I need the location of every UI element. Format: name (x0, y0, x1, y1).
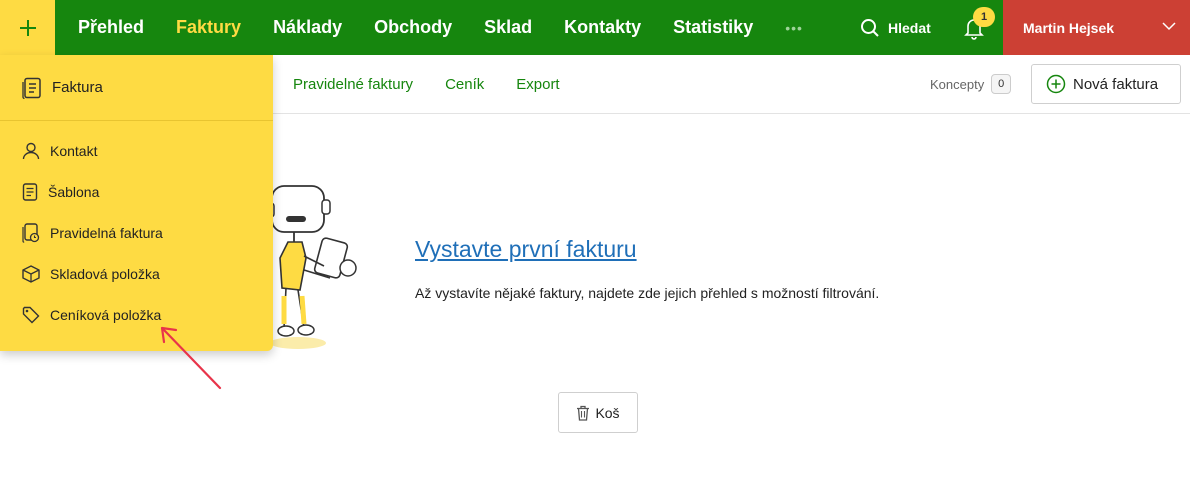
create-new-button[interactable] (0, 0, 55, 55)
dropdown-item-skladova-polozka[interactable]: Skladová položka (22, 262, 160, 286)
box-icon (22, 265, 40, 283)
plus-icon (19, 19, 36, 36)
dropdown-item-kontakt[interactable]: Kontakt (22, 139, 97, 163)
user-icon (22, 142, 40, 160)
annotation-arrow (160, 326, 222, 390)
trash-button[interactable]: Koš (558, 392, 638, 433)
nav-item-naklady[interactable]: Náklady (273, 17, 342, 38)
nav-item-statistiky[interactable]: Statistiky (673, 17, 753, 38)
new-invoice-label: Nová faktura (1073, 75, 1159, 93)
concepts-link[interactable]: Koncepty 0 (930, 74, 1012, 94)
user-name: Martin Hejsek (1023, 19, 1115, 36)
create-dropdown-menu: Faktura Kontakt Šablona Pravidelná faktu… (0, 55, 273, 351)
robot-illustration (265, 185, 357, 349)
invoice-icon (22, 77, 41, 99)
dropdown-item-label: Šablona (48, 184, 100, 200)
user-menu[interactable]: Martin Hejsek (1003, 0, 1190, 55)
tab-pravidelne-faktury[interactable]: Pravidelné faktury (293, 76, 413, 93)
dropdown-item-cenikova-polozka[interactable]: Ceníková položka (22, 303, 161, 327)
recurring-invoice-icon (22, 223, 40, 243)
dropdown-header-label: Faktura (52, 79, 103, 96)
concepts-count-badge: 0 (991, 74, 1012, 94)
search-button[interactable]: Hledat (860, 0, 931, 55)
main-nav: Přehled Faktury Náklady Obchody Sklad Ko… (78, 0, 803, 55)
nav-item-prehled[interactable]: Přehled (78, 17, 144, 38)
nav-item-obchody[interactable]: Obchody (374, 17, 452, 38)
search-icon (861, 18, 879, 37)
dropdown-item-faktura[interactable]: Faktura (0, 55, 273, 121)
tab-cenik[interactable]: Ceník (445, 76, 484, 93)
top-navigation-bar: Přehled Faktury Náklady Obchody Sklad Ko… (0, 0, 1190, 55)
template-icon (22, 183, 38, 201)
nav-item-sklad[interactable]: Sklad (484, 17, 532, 38)
plus-circle-icon (1046, 74, 1066, 94)
tab-export[interactable]: Export (516, 76, 559, 93)
chevron-down-icon (1162, 22, 1176, 31)
trash-icon (577, 405, 590, 421)
dropdown-item-pravidelna-faktura[interactable]: Pravidelná faktura (22, 221, 163, 245)
empty-state-title-link[interactable]: Vystavte první fakturu (415, 236, 637, 263)
empty-state-description: Až vystavíte nějaké faktury, najdete zde… (415, 285, 880, 301)
search-label: Hledat (888, 19, 931, 36)
dropdown-item-label: Ceníková položka (50, 307, 162, 323)
dropdown-item-sablona[interactable]: Šablona (22, 180, 99, 204)
dropdown-item-label: Kontakt (50, 143, 98, 159)
nav-more-button[interactable]: ••• (785, 20, 803, 36)
price-tag-icon (22, 306, 40, 324)
nav-item-faktury[interactable]: Faktury (176, 17, 241, 38)
concepts-label: Koncepty (930, 76, 985, 92)
subnav-tabs: Pravidelné faktury Ceník Export (293, 55, 592, 114)
dropdown-item-label: Skladová položka (50, 266, 160, 282)
dropdown-item-label: Pravidelná faktura (50, 225, 163, 241)
nav-item-kontakty[interactable]: Kontakty (564, 17, 641, 38)
trash-label: Koš (595, 404, 620, 421)
new-invoice-button[interactable]: Nová faktura (1031, 64, 1181, 104)
notification-badge: 1 (973, 7, 995, 27)
